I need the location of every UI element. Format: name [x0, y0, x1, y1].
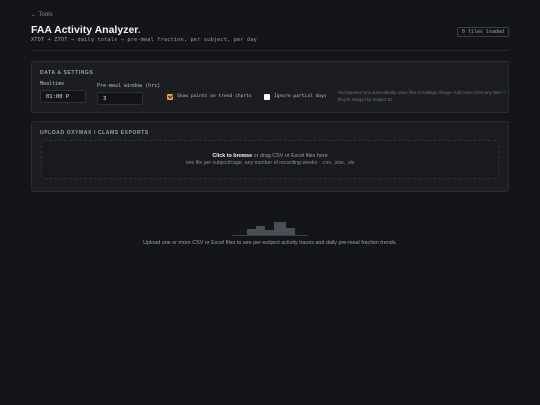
empty-state-message: Upload one or more CSV or Excel files to…: [143, 240, 397, 246]
bar-chart-icon: [232, 222, 308, 236]
